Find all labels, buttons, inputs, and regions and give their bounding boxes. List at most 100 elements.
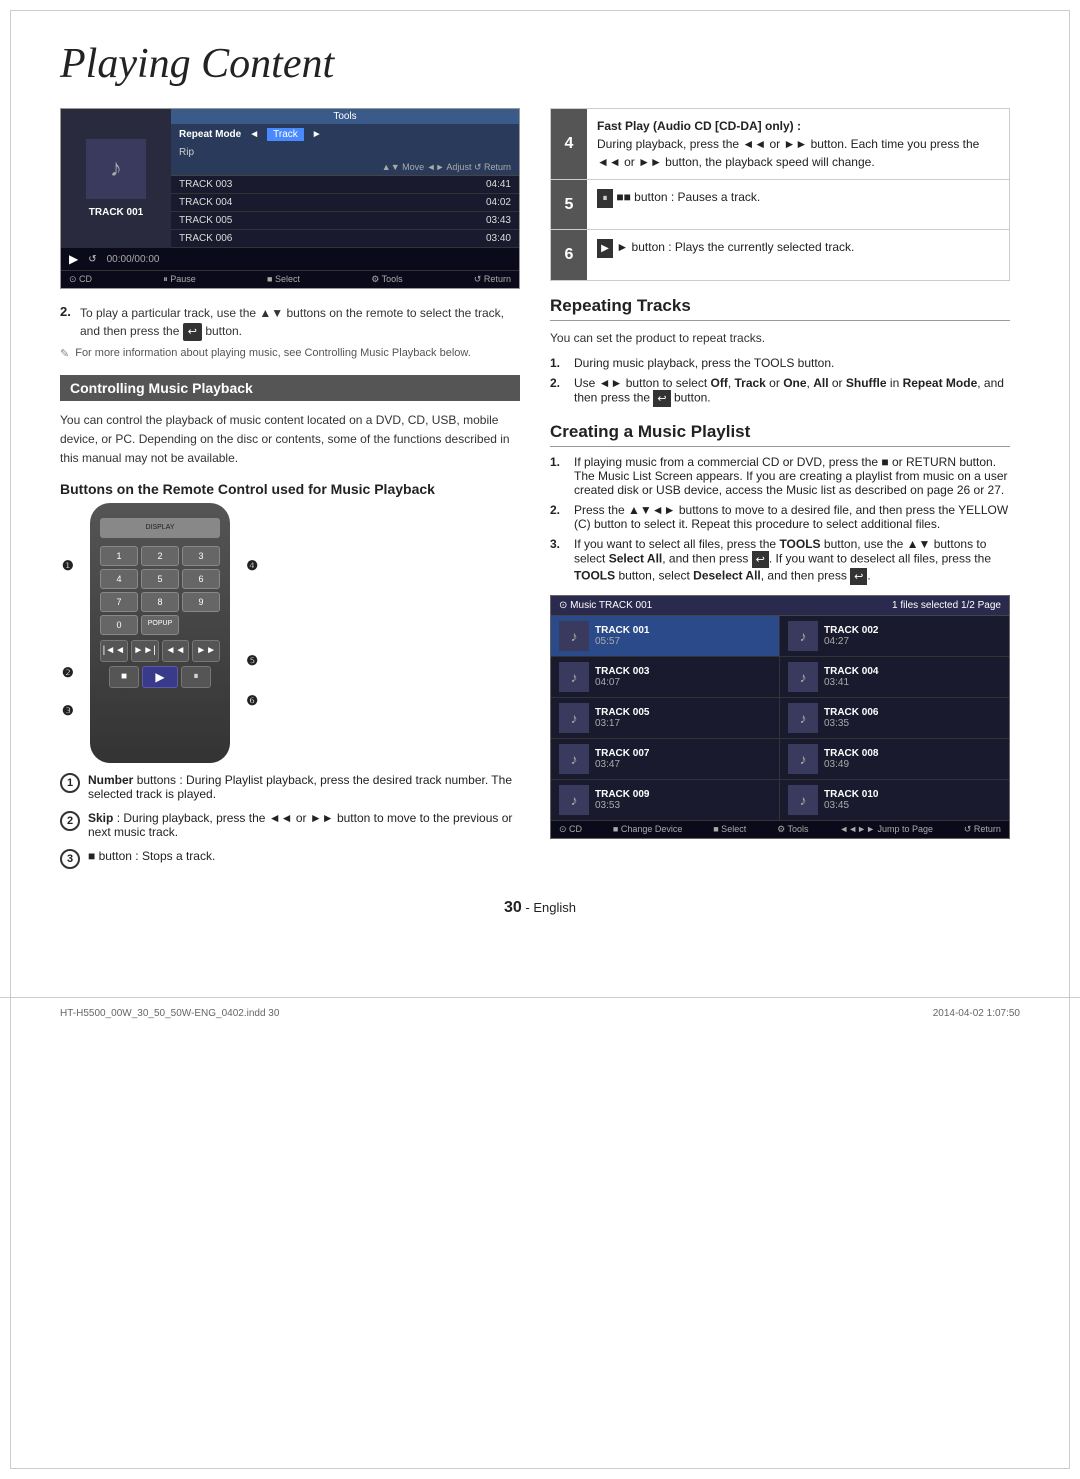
music-list-grid: ♪ TRACK 001 05:57 ♪ TRACK 002 04:27	[551, 616, 1009, 821]
play-icon: ▶	[69, 252, 78, 266]
list-item: TRACK 004 04:02	[171, 194, 519, 212]
time-display: 00:00/00:00	[107, 254, 160, 265]
remote-next-btn[interactable]: ►►|	[131, 640, 159, 662]
list-item-track-001: ♪ TRACK 001 05:57	[551, 616, 780, 657]
list-item: TRACK 006 03:40	[171, 230, 519, 248]
fast-play-box: 4 Fast Play (Audio CD [CD-DA] only) : Du…	[550, 108, 1010, 281]
remote-btn-7[interactable]: 7	[100, 592, 138, 612]
player-screenshot: ♪ TRACK 001 Tools Repeat Mode ◄ Track ► …	[60, 108, 520, 289]
nav-hint: ▲▼ Move ◄► Adjust ↺ Return	[171, 160, 519, 176]
repeat-row: Repeat Mode ◄ Track ►	[171, 124, 519, 145]
remote-btn-5[interactable]: 5	[141, 569, 179, 589]
step-2-text: To play a particular track, use the ▲▼ b…	[80, 304, 520, 341]
fast-play-title: Fast Play (Audio CD [CD-DA] only) :	[597, 117, 999, 135]
music-list-header: ⊙ Music TRACK 001 1 files selected 1/2 P…	[551, 596, 1009, 616]
list-item-track-009: ♪ TRACK 009 03:53	[551, 780, 780, 821]
list-item-track-006: ♪ TRACK 006 03:35	[780, 698, 1009, 739]
remote-btn-0[interactable]: 0	[100, 615, 138, 635]
section-body-controlling: You can control the playback of music co…	[60, 411, 520, 469]
playlist-step-2-text: Press the ▲▼◄► buttons to move to a desi…	[574, 503, 1010, 531]
remote-prev-btn[interactable]: |◄◄	[100, 640, 128, 662]
remote-btn-9[interactable]: 9	[182, 592, 220, 612]
remote-body: DISPLAY 1 2 3 4 5 6 7 8 9	[90, 503, 230, 763]
remote-btn-3[interactable]: 3	[182, 546, 220, 566]
track-thumb: ♪	[788, 662, 818, 692]
callout-4-label: ❹	[246, 558, 258, 574]
callout-5-label: ❺	[246, 653, 258, 669]
remote-wrapper: ❶ ❷ ❸ ❹ ❺ ❻ DISPLAY 1 2	[60, 503, 260, 763]
section-title-playlist: Creating a Music Playlist	[550, 422, 1010, 447]
remote-btn-2[interactable]: 2	[141, 546, 179, 566]
remote-pause-btn[interactable]: ⏸	[181, 666, 211, 688]
section-title-repeating: Repeating Tracks	[550, 296, 1010, 321]
pause-btn-icon: ⏸	[597, 189, 613, 208]
tools-bar: Tools	[171, 109, 519, 124]
repeat-step-1: 1. During music playback, press the TOOL…	[550, 356, 1010, 370]
music-list-footer: ⊙ CD ■ Change Device ■ Select ⚙ Tools ◄◄…	[551, 821, 1009, 838]
player-controls: ▶ ↺ 00:00/00:00	[61, 248, 519, 270]
player-track-label: TRACK 001	[89, 207, 143, 218]
player-footer: ⊙ CD ⏸ Pause ■ Select ⚙ Tools ↺ Return	[61, 270, 519, 288]
music-cd-icon: ⊙	[559, 600, 567, 611]
list-item-track-010: ♪ TRACK 010 03:45	[780, 780, 1009, 821]
pause-row: 5 ⏸ ■■ button : Pauses a track.	[551, 180, 1009, 230]
page-suffix: - English	[525, 900, 576, 915]
remote-display: DISPLAY	[100, 518, 220, 538]
btn1-title: Number	[88, 773, 133, 787]
repeating-body: You can set the product to repeat tracks…	[550, 329, 1010, 348]
btn-desc-2: 2 Skip : During playback, press the ◄◄ o…	[60, 811, 520, 839]
pause-text: ■■ button : Pauses a track.	[616, 190, 760, 204]
track-thumb: ♪	[559, 662, 589, 692]
track-thumb: ♪	[788, 785, 818, 815]
play-btn-icon: ▶	[597, 239, 613, 258]
page-footer: HT-H5500_00W_30_50_50W-ENG_0402.indd 30 …	[0, 997, 1080, 1029]
circle-2: 2	[60, 811, 80, 831]
note-icon: ✎	[60, 347, 69, 360]
remote-play-btn[interactable]: ▶	[142, 666, 178, 688]
list-item: TRACK 005 03:43	[171, 212, 519, 230]
remote-btn-4[interactable]: 4	[100, 569, 138, 589]
btn1-text: buttons : During Playlist playback, pres…	[88, 773, 512, 801]
playlist-step-3: 3. If you want to select all files, pres…	[550, 537, 1010, 585]
fast-play-text: During playback, press the ◄◄ or ►► butt…	[597, 135, 999, 171]
circle-1: 1	[60, 773, 80, 793]
list-item-track-003: ♪ TRACK 003 04:07	[551, 657, 780, 698]
pause-content: ⏸ ■■ button : Pauses a track.	[587, 180, 770, 229]
track-thumb: ♪	[788, 744, 818, 774]
page-number-area: 30 - English	[60, 899, 1020, 917]
remote-nav-row: |◄◄ ►►| ◄◄ ►►	[100, 640, 220, 662]
remote-fwd-btn[interactable]: ►►	[192, 640, 220, 662]
remote-btn-1[interactable]: 1	[100, 546, 138, 566]
remote-play-area: ■ ▶ ⏸	[100, 666, 220, 688]
left-column: ♪ TRACK 001 Tools Repeat Mode ◄ Track ► …	[60, 108, 520, 879]
list-item-track-004: ♪ TRACK 004 03:41	[780, 657, 1009, 698]
enter-btn-deselect-all: ↩	[850, 568, 867, 585]
music-list-header-right: 1 files selected 1/2 Page	[892, 600, 1001, 611]
section-header-controlling: Controlling Music Playback	[60, 375, 520, 401]
enter-btn-repeat: ↩	[653, 390, 670, 407]
track-thumb: ♪	[559, 621, 589, 651]
step-2: 2. To play a particular track, use the ▲…	[60, 304, 520, 341]
remote-btn-popup[interactable]: POPUP	[141, 615, 179, 635]
btn-desc-3: 3 ■ button : Stops a track.	[60, 849, 520, 869]
remote-stop-btn[interactable]: ■	[109, 666, 139, 688]
footer-left: HT-H5500_00W_30_50_50W-ENG_0402.indd 30	[60, 1008, 279, 1019]
remote-rew-btn[interactable]: ◄◄	[162, 640, 190, 662]
music-icon: ♪	[86, 139, 146, 199]
callout-1-label: ❶	[62, 558, 74, 574]
footer-right: 2014-04-02 1:07:50	[933, 1008, 1020, 1019]
remote-btn-6[interactable]: 6	[182, 569, 220, 589]
list-item: TRACK 003 04:41	[171, 176, 519, 194]
enter-button-inline: ↩	[183, 323, 202, 342]
remote-btn-8[interactable]: 8	[141, 592, 179, 612]
btn-num-6: 6	[551, 230, 587, 280]
rip-row: Rip	[171, 145, 519, 160]
track-thumb: ♪	[788, 621, 818, 651]
player-right-panel: Tools Repeat Mode ◄ Track ► Rip ▲▼ Move …	[171, 109, 519, 248]
track-thumb: ♪	[559, 744, 589, 774]
music-list-screenshot: ⊙ Music TRACK 001 1 files selected 1/2 P…	[550, 595, 1010, 839]
note: ✎ For more information about playing mus…	[60, 347, 520, 360]
track-thumb: ♪	[788, 703, 818, 733]
playlist-step-1: 1. If playing music from a commercial CD…	[550, 455, 1010, 497]
list-item-track-007: ♪ TRACK 007 03:47	[551, 739, 780, 780]
